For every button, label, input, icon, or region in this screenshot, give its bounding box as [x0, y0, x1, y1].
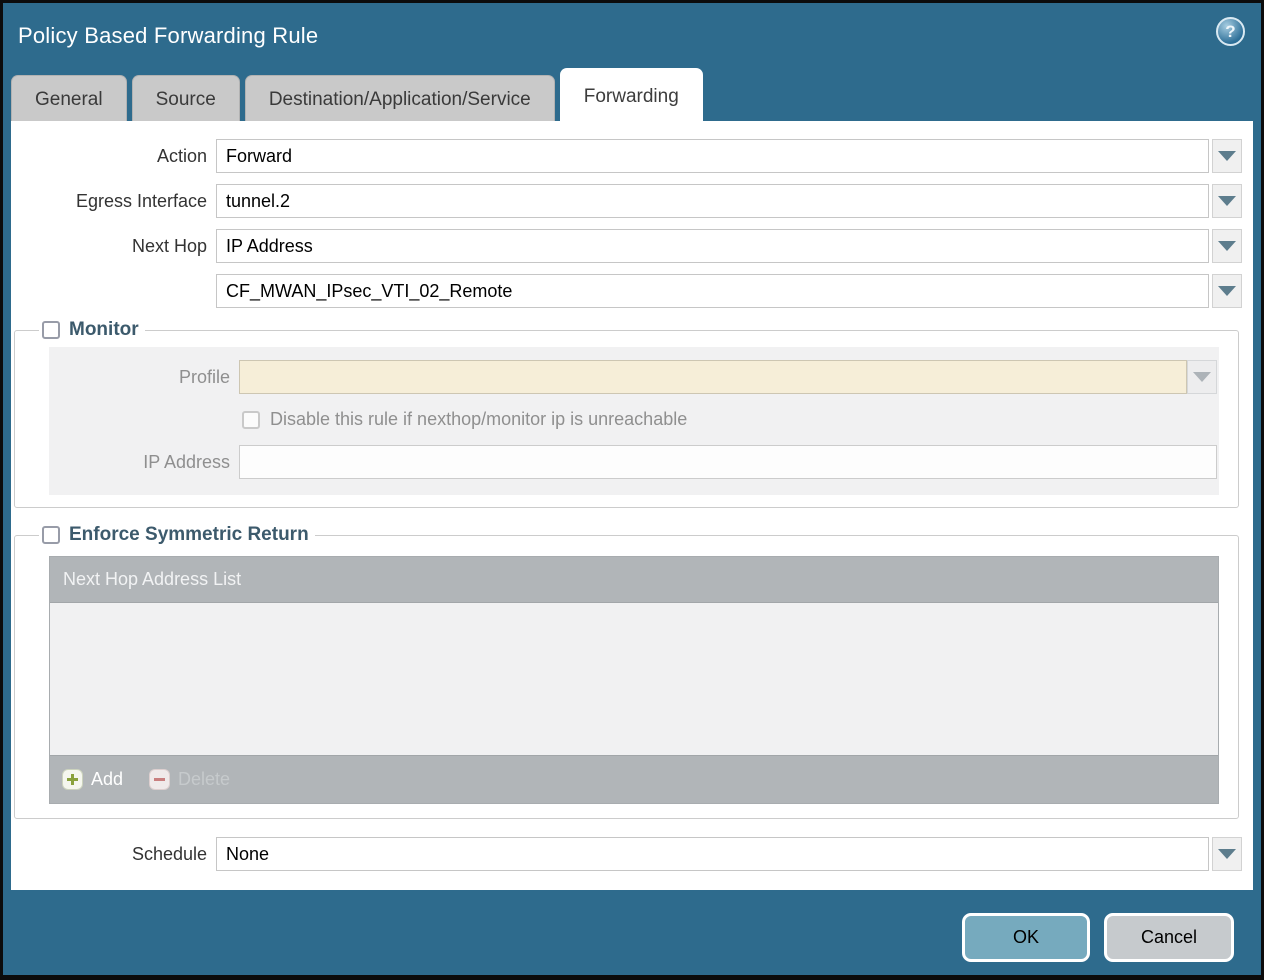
disable-rule-row: Disable this rule if nexthop/monitor ip … — [49, 409, 1217, 430]
forwarding-tab-panel: Action Forward Egress Interface tunnel.2… — [11, 121, 1253, 890]
profile-select — [239, 360, 1187, 394]
enforce-symmetric-return-checkbox[interactable] — [42, 526, 60, 544]
chevron-down-icon — [1218, 151, 1236, 161]
chevron-down-icon — [1218, 241, 1236, 251]
add-button[interactable]: Add — [62, 769, 123, 790]
ok-button[interactable]: OK — [962, 913, 1090, 962]
next-hop-address-list-table: Next Hop Address List Add Delete — [49, 556, 1219, 804]
plus-icon — [62, 769, 83, 790]
monitor-fieldset: Monitor Profile Disable this rule if — [14, 319, 1239, 508]
schedule-dropdown-trigger[interactable] — [1212, 837, 1242, 871]
next-hop-address-list-body[interactable] — [50, 603, 1218, 755]
monitor-checkbox[interactable] — [42, 321, 60, 339]
action-dropdown-trigger[interactable] — [1212, 139, 1242, 173]
disable-rule-checkbox — [242, 411, 260, 429]
profile-row: Profile — [49, 360, 1217, 394]
next-hop-dropdown-trigger[interactable] — [1212, 229, 1242, 263]
next-hop-address-list-header: Next Hop Address List — [50, 557, 1218, 603]
tab-bar: General Source Destination/Application/S… — [3, 67, 1261, 121]
action-row: Action Forward — [11, 139, 1242, 173]
add-button-label: Add — [91, 769, 123, 790]
monitor-ip-address-label: IP Address — [49, 452, 239, 473]
egress-interface-select[interactable]: tunnel.2 — [216, 184, 1209, 218]
disable-rule-label: Disable this rule if nexthop/monitor ip … — [270, 409, 687, 430]
egress-interface-dropdown-trigger[interactable] — [1212, 184, 1242, 218]
cancel-button[interactable]: Cancel — [1104, 913, 1234, 962]
action-label: Action — [11, 146, 216, 167]
action-select[interactable]: Forward — [216, 139, 1209, 173]
enforce-symmetric-return-fieldset: Enforce Symmetric Return Next Hop Addres… — [14, 524, 1239, 819]
egress-interface-label: Egress Interface — [11, 191, 216, 212]
next-hop-address-row: CF_MWAN_IPsec_VTI_02_Remote — [11, 274, 1242, 308]
monitor-legend: Monitor — [39, 319, 145, 341]
next-hop-row: Next Hop IP Address — [11, 229, 1242, 263]
schedule-select[interactable]: None — [216, 837, 1209, 871]
dialog-titlebar: Policy Based Forwarding Rule ? — [3, 3, 1261, 67]
monitor-legend-label: Monitor — [69, 319, 139, 341]
delete-button-label: Delete — [178, 769, 230, 790]
next-hop-address-dropdown-trigger[interactable] — [1212, 274, 1242, 308]
next-hop-label: Next Hop — [11, 236, 216, 257]
enforce-symmetric-return-legend: Enforce Symmetric Return — [39, 524, 315, 546]
chevron-down-icon — [1218, 196, 1236, 206]
next-hop-address-list-toolbar: Add Delete — [50, 755, 1218, 803]
monitor-panel: Profile Disable this rule if nexthop/mon… — [49, 347, 1219, 495]
tab-source[interactable]: Source — [132, 75, 240, 121]
chevron-down-icon — [1218, 849, 1236, 859]
profile-label: Profile — [49, 367, 239, 388]
monitor-ip-address-input — [239, 445, 1217, 479]
schedule-label: Schedule — [11, 844, 216, 865]
enforce-symmetric-return-label: Enforce Symmetric Return — [69, 524, 309, 546]
policy-based-forwarding-dialog: Policy Based Forwarding Rule ? General S… — [3, 3, 1261, 975]
egress-interface-row: Egress Interface tunnel.2 — [11, 184, 1242, 218]
help-icon[interactable]: ? — [1216, 17, 1245, 46]
schedule-row: Schedule None — [11, 837, 1242, 871]
delete-button: Delete — [149, 769, 230, 790]
monitor-ip-address-row: IP Address — [49, 445, 1217, 479]
chevron-down-icon — [1218, 286, 1236, 296]
profile-dropdown-trigger — [1187, 360, 1217, 394]
dialog-footer: OK Cancel — [962, 913, 1234, 962]
tab-destination-application-service[interactable]: Destination/Application/Service — [245, 75, 555, 121]
tab-forwarding[interactable]: Forwarding — [560, 68, 703, 121]
chevron-down-icon — [1193, 372, 1211, 382]
dialog-title: Policy Based Forwarding Rule — [18, 23, 318, 49]
next-hop-select[interactable]: IP Address — [216, 229, 1209, 263]
next-hop-address-select[interactable]: CF_MWAN_IPsec_VTI_02_Remote — [216, 274, 1209, 308]
tab-general[interactable]: General — [11, 75, 127, 121]
minus-icon — [149, 769, 170, 790]
